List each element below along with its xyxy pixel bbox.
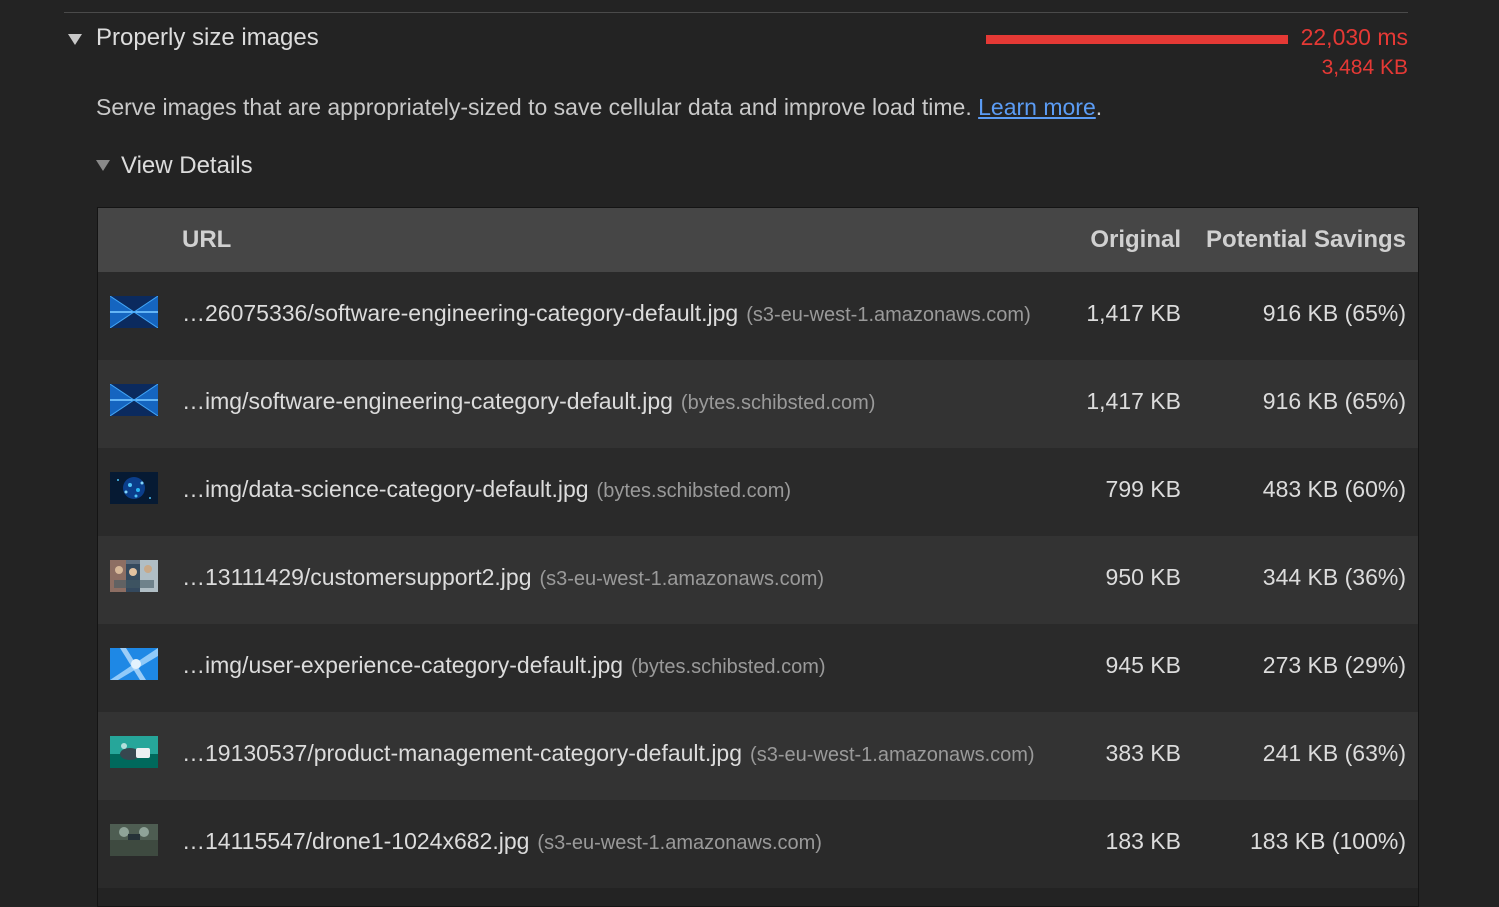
url-path[interactable]: …img/user-experience-category-default.jp… <box>182 652 623 678</box>
learn-more-link[interactable]: Learn more <box>978 94 1096 120</box>
header-original: Original <box>1090 226 1181 253</box>
url-path[interactable]: …14115547/drone1-1024x682.jpg <box>182 828 529 854</box>
data-particles-thumbnail-icon <box>110 472 158 504</box>
url-cell[interactable]: …img/software-engineering-category-defau… <box>182 388 875 415</box>
url-cell[interactable]: …img/data-science-category-default.jpg (b… <box>182 476 791 503</box>
header-potential-savings: Potential Savings <box>1205 226 1406 253</box>
audit-header[interactable]: Properly size images 22,030 ms 3,484 KB <box>64 22 1408 86</box>
url-host: (bytes.schibsted.com) <box>680 392 876 414</box>
original-size: 383 KB <box>1105 740 1181 766</box>
potential-savings: 241 KB (63%) <box>1262 740 1406 766</box>
metric-bar <box>986 35 1288 44</box>
original-size: 1,417 KB <box>1086 300 1181 326</box>
hand-device-thumbnail-icon <box>110 736 158 768</box>
people-thumbnail-icon <box>110 560 158 592</box>
header-url: URL <box>182 226 232 253</box>
original-size: 950 KB <box>1105 564 1181 590</box>
url-cell[interactable]: …19130537/product-management-category-de… <box>182 740 1035 767</box>
original-size: 945 KB <box>1105 652 1181 678</box>
table-header: URL Original Potential Savings <box>98 208 1418 272</box>
blue-tech-thumbnail-icon <box>110 296 158 328</box>
url-host: (s3-eu-west-1.amazonaws.com) <box>537 832 822 854</box>
potential-savings: 344 KB (36%) <box>1262 564 1406 590</box>
table-row: …img/software-engineering-category-defau… <box>98 360 1418 448</box>
url-cell[interactable]: …26075336/software-engineering-category-… <box>182 300 1031 327</box>
potential-savings: 916 KB (65%) <box>1262 388 1406 414</box>
url-path[interactable]: …19130537/product-management-category-de… <box>182 740 742 766</box>
drone-thumbnail-icon <box>110 824 158 856</box>
url-path[interactable]: …img/software-engineering-category-defau… <box>182 388 673 414</box>
description-period: . <box>1095 94 1103 120</box>
url-host: (bytes.schibsted.com) <box>596 480 792 502</box>
url-path[interactable]: …26075336/software-engineering-category-… <box>182 300 738 326</box>
url-host: (s3-eu-west-1.amazonaws.com) <box>539 568 825 590</box>
collapse-arrow-icon[interactable] <box>68 34 82 45</box>
url-path[interactable]: …13111429/customersupport2.jpg <box>182 564 531 590</box>
description-text: Serve images that are appropriately-size… <box>96 94 972 120</box>
metric-size-savings: 3,484 KB <box>1321 56 1408 79</box>
original-size: 1,417 KB <box>1086 388 1181 414</box>
audit-title[interactable]: Properly size images <box>96 24 319 52</box>
url-host: (s3-eu-west-1.amazonaws.com) <box>750 744 1035 766</box>
table-row: …26075336/software-engineering-category-… <box>98 272 1418 360</box>
section-divider <box>64 12 1408 13</box>
table-row: …13111429/customersupport2.jpg (s3-eu-wes… <box>98 536 1418 624</box>
details-table: URL Original Potential Savings …26075336… <box>97 207 1419 907</box>
url-host: (s3-eu-west-1.amazonaws.com) <box>746 304 1031 326</box>
table-row: …14115547/drone1-1024x682.jpg (s3-eu-west… <box>98 800 1418 888</box>
url-cell[interactable]: …13111429/customersupport2.jpg (s3-eu-wes… <box>182 564 824 591</box>
potential-savings: 483 KB (60%) <box>1262 476 1406 502</box>
original-size: 799 KB <box>1105 476 1181 502</box>
metric-time-savings: 22,030 ms <box>1300 24 1408 50</box>
potential-savings: 916 KB (65%) <box>1262 300 1406 326</box>
url-path[interactable]: …img/data-science-category-default.jpg <box>182 476 589 502</box>
light-blue-burst-thumbnail-icon <box>110 648 158 680</box>
table-row: …19130537/product-management-category-de… <box>98 712 1418 800</box>
url-host: (bytes.schibsted.com) <box>631 656 826 678</box>
url-cell[interactable]: …img/user-experience-category-default.jp… <box>182 652 826 679</box>
audit-description: Serve images that are appropriately-size… <box>96 94 1102 121</box>
blue-tech-thumbnail-icon <box>110 384 158 416</box>
table-row: …img/user-experience-category-default.jp… <box>98 624 1418 712</box>
table-row: …img/data-science-category-default.jpg (b… <box>98 448 1418 536</box>
potential-savings: 273 KB (29%) <box>1262 652 1406 678</box>
view-details-label[interactable]: View Details <box>121 152 253 180</box>
details-arrow-icon[interactable] <box>96 160 110 171</box>
